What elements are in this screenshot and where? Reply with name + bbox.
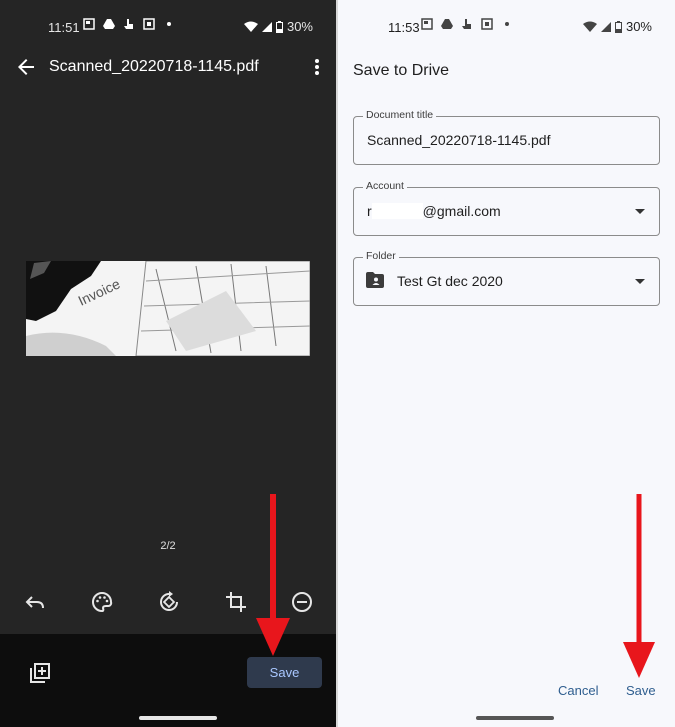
red-arrow-annotation — [256, 494, 290, 656]
shared-folder-icon — [366, 272, 384, 288]
wifi-icon — [582, 21, 597, 32]
document-title-value[interactable]: Scanned_20220718-1145.pdf — [367, 132, 550, 148]
system-icons: 30% — [243, 19, 313, 34]
scan-icon — [481, 18, 493, 30]
document-title: Scanned_20220718-1145.pdf — [49, 58, 259, 75]
chevron-down-icon[interactable] — [635, 279, 645, 284]
battery-percent: 30% — [286, 19, 313, 34]
redacted-email — [371, 203, 423, 219]
drive-icon — [441, 19, 453, 29]
wifi-icon — [243, 21, 258, 32]
signal-icon — [261, 21, 272, 32]
system-icons: 30% — [582, 19, 652, 34]
status-time: 11:53 — [388, 20, 420, 35]
folder-label: Folder — [363, 250, 399, 262]
touch-icon — [124, 19, 133, 29]
more-options-icon[interactable] — [308, 55, 326, 79]
signal-icon — [600, 21, 611, 32]
dot-icon — [505, 22, 509, 26]
battery-percent: 30% — [625, 19, 652, 34]
gesture-nav-handle[interactable] — [476, 716, 554, 720]
cancel-button[interactable]: Cancel — [558, 683, 598, 698]
notification-icons — [421, 18, 513, 30]
rotate-icon[interactable] — [157, 590, 181, 614]
save-button[interactable]: Save — [626, 683, 656, 698]
document-title-label: Document title — [363, 109, 437, 121]
chevron-down-icon[interactable] — [635, 209, 645, 214]
account-label: Account — [363, 180, 407, 192]
battery-icon — [275, 20, 283, 33]
red-arrow-annotation — [623, 494, 655, 678]
crop-icon[interactable] — [224, 590, 248, 614]
dot-icon — [167, 22, 171, 26]
scan-review-screen: 11:51 30% Scanned_20220718-1145.pdf Invo… — [0, 0, 336, 727]
save-button[interactable]: Save — [247, 657, 322, 688]
battery-icon — [614, 20, 622, 33]
back-arrow-icon[interactable] — [14, 55, 38, 79]
account-email-domain: @gmail.com — [422, 203, 501, 219]
document-title-field[interactable]: Document title Scanned_20220718-1145.pdf — [353, 109, 660, 165]
drive-icon — [103, 19, 115, 29]
touch-icon — [462, 19, 471, 29]
folder-value: Test Gt dec 2020 — [397, 273, 503, 289]
account-value: r @gmail.com — [367, 203, 501, 219]
news-icon — [83, 18, 95, 30]
add-page-icon[interactable] — [28, 661, 52, 685]
scanned-page-image: Invoice — [26, 261, 310, 356]
status-bar: 11:51 30% — [0, 0, 336, 50]
gesture-nav-handle[interactable] — [139, 716, 217, 720]
scan-icon — [143, 18, 155, 30]
dialog-title: Save to Drive — [353, 62, 450, 79]
notification-icons — [83, 18, 175, 30]
news-icon — [421, 18, 433, 30]
save-to-drive-screen: 11:53 30% Save to Drive Document title S… — [338, 0, 675, 727]
account-select[interactable]: Account r @gmail.com — [353, 180, 660, 236]
status-bar: 11:53 30% — [338, 0, 675, 50]
folder-select[interactable]: Folder Test Gt dec 2020 — [353, 250, 660, 306]
undo-icon[interactable] — [23, 590, 47, 614]
scan-preview[interactable]: Invoice — [26, 261, 310, 356]
palette-icon[interactable] — [90, 590, 114, 614]
status-time: 11:51 — [48, 20, 80, 35]
